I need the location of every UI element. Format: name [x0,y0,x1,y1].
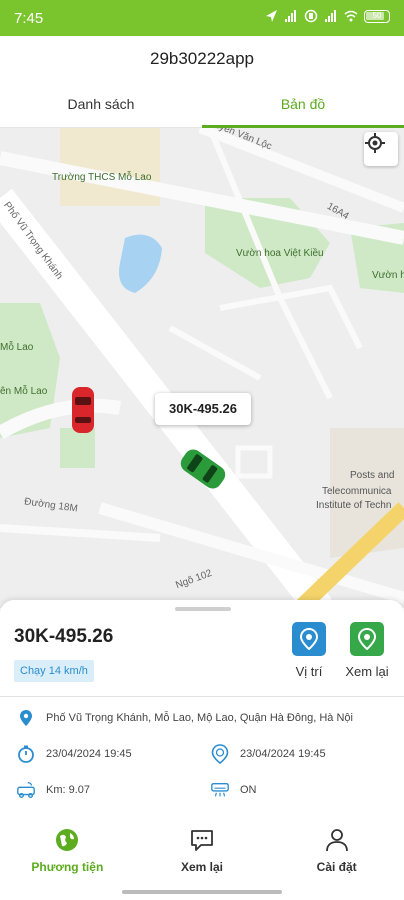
map-label-park2: Vườn h [372,270,404,281]
car-red-icon[interactable] [70,385,96,435]
km-row: Km: 9.07 [16,780,90,800]
pin-clock-icon [210,744,230,764]
tab-ban-do[interactable]: Bản đồ [202,84,404,128]
tab-bar: Danh sách Bản đồ [0,84,404,128]
map-canvas [0,128,404,608]
my-location-button[interactable] [364,132,398,166]
ac-text: ON [240,784,257,796]
status-bar: 7:45 50 [0,0,404,36]
signal-icon [285,10,296,22]
nav-cai-dat-label: Cài đặt [316,860,357,874]
address-row: Phố Vũ Trọng Khánh, Mỗ Lao, Mộ Lao, Quận… [16,708,353,728]
app-header: 29b30222app [0,36,404,84]
map-label-institute-3: Institute of Techn [316,500,392,511]
location-button[interactable]: Vị trí [280,622,338,679]
time-row-2: 23/04/2024 19:45 [210,744,326,764]
nav-phuong-tien-label: Phương tiện [31,860,104,874]
location-button-label: Vị trí [295,664,323,679]
playback-button[interactable]: Xem lại [338,622,396,679]
time-row-1: 23/04/2024 19:45 [16,744,132,764]
nav-cai-dat[interactable]: Cài đặt [269,820,404,884]
km-text: Km: 9.07 [46,784,91,796]
location-pin-icon [292,622,326,656]
status-icons: 50 [264,9,390,23]
location-icon [16,708,36,728]
address-text: Phố Vũ Trọng Khánh, Mỗ Lao, Mộ Lao, Quận… [46,712,353,724]
status-time: 7:45 [14,10,44,27]
air-conditioner-icon [210,780,230,800]
playback-button-label: Xem lại [345,664,389,679]
time-2-text: 23/04/2024 19:45 [240,748,326,760]
page-title: 29b30222app [149,49,254,68]
ac-row: ON [210,780,257,800]
bottom-navigation: Phương tiện Xem lại Cài đặt [0,820,404,884]
signal-icon-2 [325,10,336,22]
navigation-icon [266,10,277,22]
stopwatch-icon [16,744,36,764]
odometer-icon [16,780,36,800]
divider [0,696,404,697]
map-label-park4: ên Mỗ Lao [0,386,48,397]
gesture-bar [122,890,282,894]
map-label-institute-2: Telecommunica [322,486,392,497]
nav-xem-lai[interactable]: Xem lại [135,820,270,884]
vehicle-detail-sheet[interactable]: 30K-495.26 Chạy 14 km/h Vị trí Xem lại P… [0,600,404,820]
map-label-institute-1: Posts and [350,470,395,481]
user-icon [323,826,351,854]
nav-xem-lai-label: Xem lại [180,860,224,874]
tab-danh-sach[interactable]: Danh sách [0,84,202,127]
crosshair-icon [365,133,385,153]
map-label-school: Trường THCS Mỗ Lao [52,172,152,183]
globe-icon [53,826,81,854]
sheet-drag-handle[interactable] [175,607,231,611]
chat-icon [188,826,216,854]
map-label-park3: Mỗ Lao [0,342,34,353]
nav-phuong-tien[interactable]: Phương tiện [0,820,135,884]
data-saver-icon [304,9,318,23]
vehicle-plate: 30K-495.26 [14,626,114,647]
vehicle-popup[interactable]: 30K-495.26 [155,393,251,425]
map-view[interactable]: Trường THCS Mỗ Lao Phố Vũ Trọng Khánh Ng… [0,128,404,608]
map-label-park1: Vườn hoa Việt Kiều [236,248,324,259]
speed-badge: Chạy 14 km/h [14,660,94,682]
playback-pin-icon [350,622,384,656]
wifi-icon [344,10,358,22]
time-1-text: 23/04/2024 19:45 [46,748,132,760]
battery-icon: 50 [364,9,390,23]
